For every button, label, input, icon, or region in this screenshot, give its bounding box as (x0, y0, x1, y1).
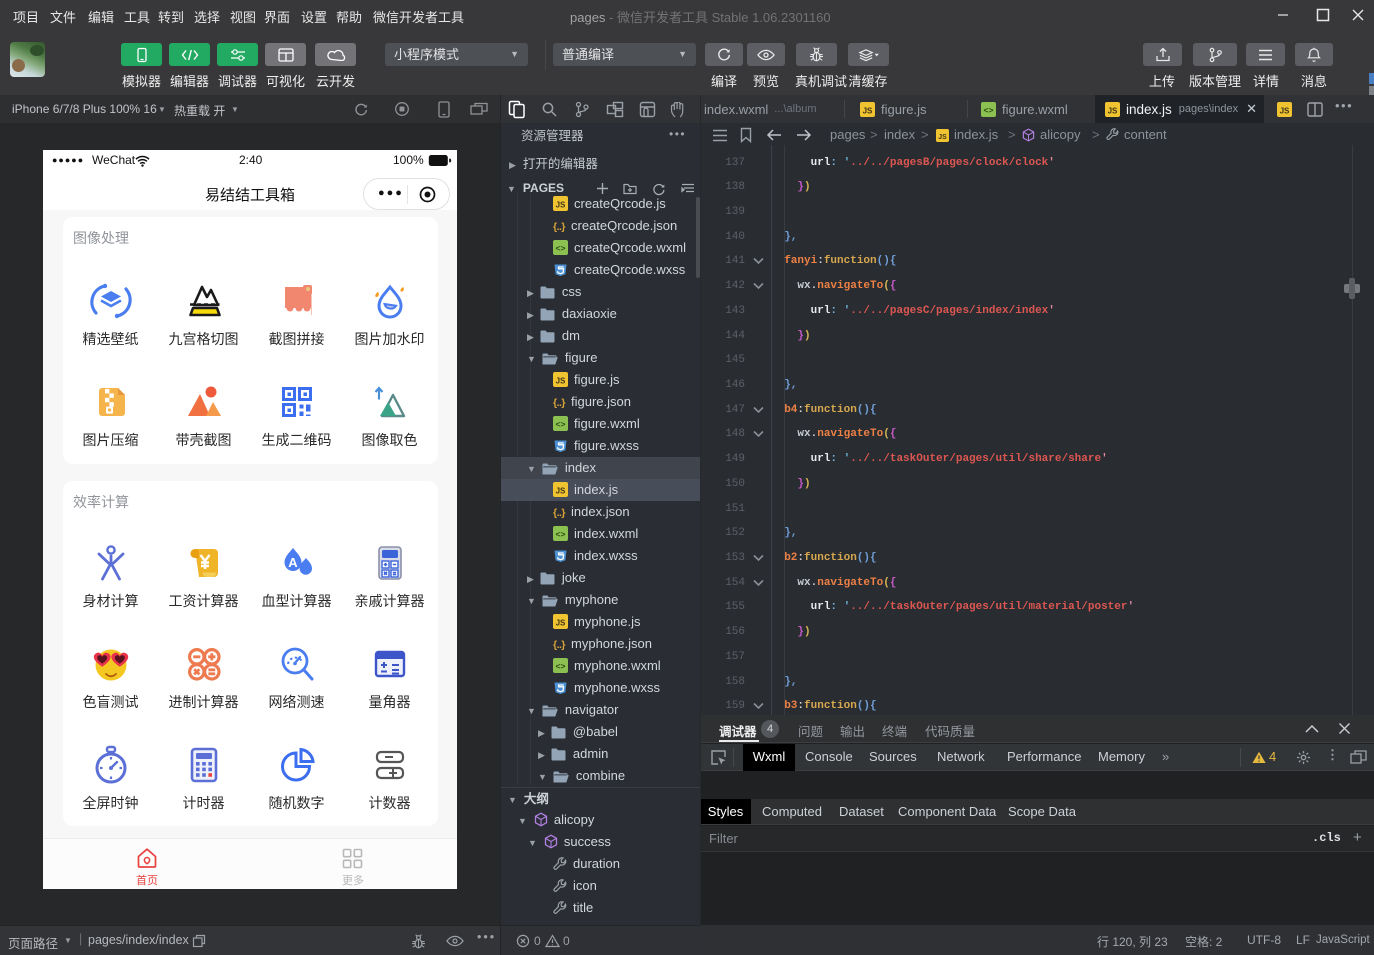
svg-text:<>: <> (556, 243, 566, 253)
svg-text:JS: JS (1280, 107, 1290, 116)
svg-text:<>: <> (984, 105, 994, 115)
svg-text:JS: JS (556, 619, 566, 628)
svg-text:JS: JS (556, 487, 566, 496)
svg-text:JS: JS (1108, 106, 1118, 115)
svg-text:JS: JS (556, 377, 566, 386)
svg-text:<>: <> (556, 529, 566, 539)
svg-text:<>: <> (556, 419, 566, 429)
svg-text:JS: JS (938, 134, 947, 141)
svg-text:JS: JS (556, 201, 566, 210)
svg-text:<>: <> (556, 661, 566, 671)
svg-text:JS: JS (863, 106, 873, 115)
svg-text:A: A (288, 555, 298, 570)
